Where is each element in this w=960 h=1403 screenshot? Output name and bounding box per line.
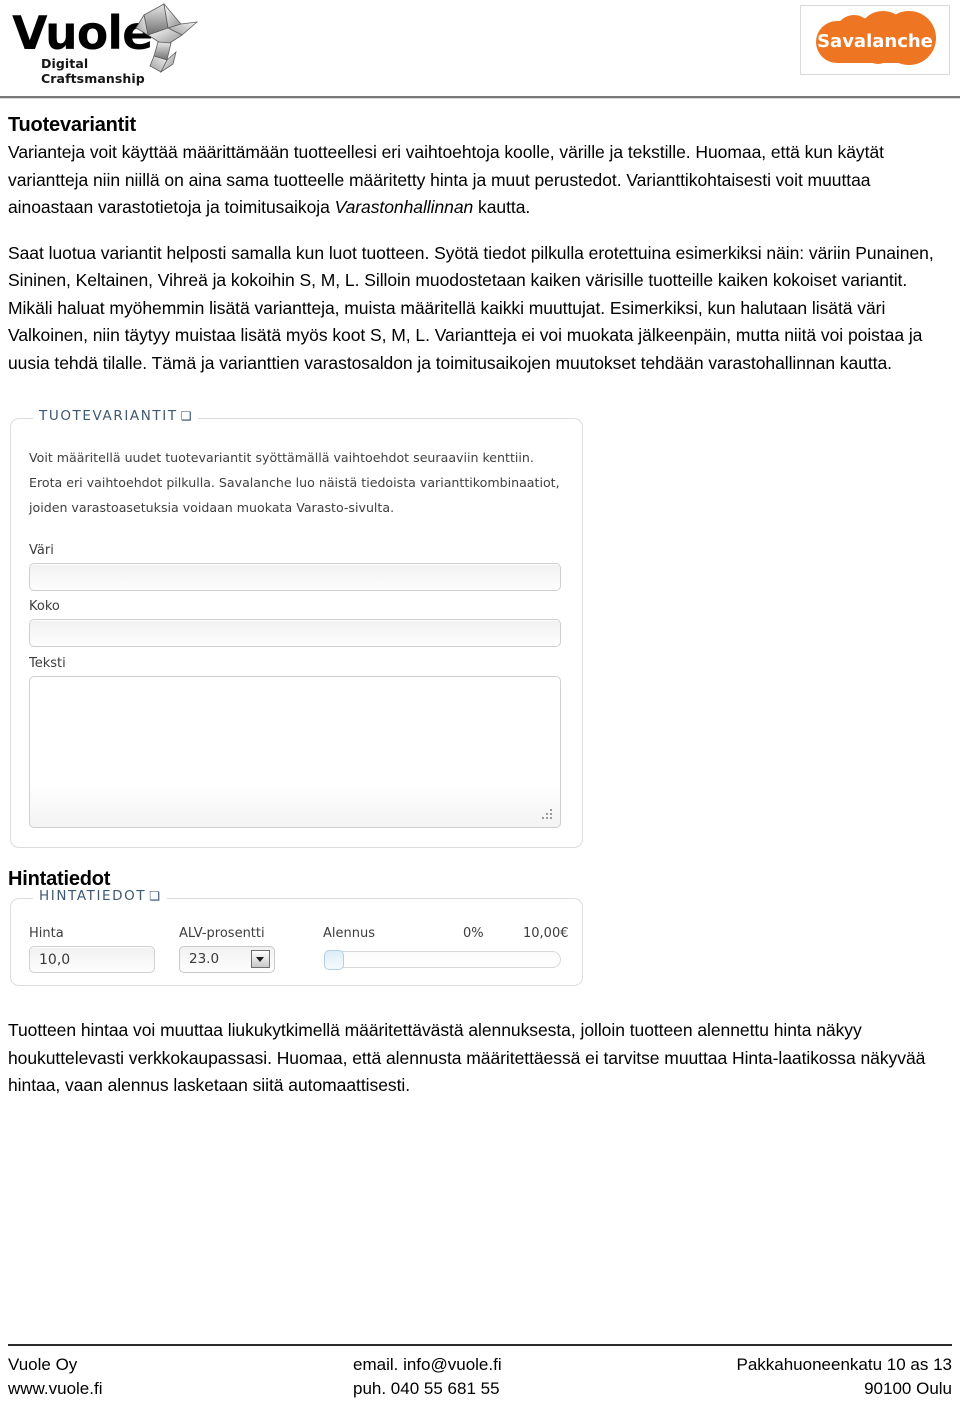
footer-phone: puh. 040 55 681 55 [353, 1379, 500, 1398]
label-koko: Koko [29, 599, 60, 614]
label-alennus: Alennus [323, 926, 375, 941]
tuotevariantit-panel: TUOTEVARIANTIT ❏ Voit määritellä uudet tu… [10, 408, 583, 848]
document-body: Tuotevariantit Varianteja voit käyttää m… [8, 112, 952, 377]
hintatiedot-panel: HINTATIEDOT ❏ Hinta 10,0 ALV-prosentti 23… [10, 888, 583, 986]
input-vari[interactable] [29, 563, 561, 591]
select-alv-prosentti[interactable]: 23.0 [179, 946, 275, 973]
footer-email: email. info@vuole.fi [353, 1355, 502, 1374]
value-alennus-prosentti: 0% [463, 926, 484, 941]
tuotevariantit-description: Voit määritellä uudet tuotevariantit syö… [29, 450, 560, 515]
hintatiedot-legend-label: HINTATIEDOT [39, 888, 147, 904]
value-alennettu-hinta: 10,00€ [523, 926, 569, 941]
savalanche-wordmark: Savalanche [817, 31, 933, 52]
input-hinta[interactable]: 10,0 [29, 946, 155, 973]
label-vari: Väri [29, 543, 54, 558]
footer-row-bottom: www.vuole.fi puh. 040 55 681 55 90100 Ou… [8, 1377, 952, 1401]
paragraph-intro-part2: kautta. [473, 197, 531, 217]
footer-row-top: Vuole Oy email. info@vuole.fi Pakkahuone… [8, 1353, 952, 1377]
chevron-down-icon[interactable]: ❏ [149, 889, 160, 903]
tuotevariantit-legend[interactable]: TUOTEVARIANTIT ❏ [33, 408, 199, 424]
paragraph-discount-info: Tuotteen hintaa voi muuttaa liukukytkime… [8, 1020, 926, 1095]
footer-website: www.vuole.fi [8, 1379, 103, 1398]
label-teksti: Teksti [29, 656, 66, 671]
paragraph-variants-howto: Saat luotua variantit helposti samalla k… [8, 242, 934, 373]
savalanche-logo: Savalanche [816, 11, 936, 65]
slider-alennus-track[interactable] [324, 950, 561, 970]
origami-bird-icon [135, 2, 198, 74]
hintatiedot-legend[interactable]: HINTATIEDOT ❏ [33, 888, 168, 904]
chevron-down-icon[interactable] [251, 950, 270, 968]
header-divider [0, 96, 960, 99]
savalanche-logo-box: Savalanche [800, 5, 950, 75]
select-alv-value: 23.0 [189, 951, 220, 967]
tuotevariantit-legend-label: TUOTEVARIANTIT [39, 408, 178, 424]
input-koko[interactable] [29, 619, 561, 647]
page-title: Tuotevariantit [8, 114, 136, 136]
page-footer: Vuole Oy email. info@vuole.fi Pakkahuone… [8, 1344, 952, 1401]
slider-alennus-handle[interactable] [324, 950, 344, 970]
paragraph-intro-italic: Varastonhallinnan [334, 197, 474, 217]
resize-handle-icon[interactable] [541, 809, 552, 820]
vuole-logo: Vuole Digital Craftsmanship [10, 2, 198, 86]
footer-address-line2: 90100 Oulu [864, 1379, 952, 1398]
document-body-2: Tuotteen hintaa voi muuttaa liukukytkime… [8, 1017, 952, 1100]
footer-company: Vuole Oy [8, 1355, 78, 1374]
paragraph-intro: Varianteja voit käyttää määrittämään tuo… [8, 139, 952, 222]
chevron-down-icon[interactable]: ❏ [181, 409, 192, 423]
textarea-teksti[interactable] [29, 676, 561, 828]
footer-address-line1: Pakkahuoneenkatu 10 as 13 [736, 1355, 952, 1374]
label-alv: ALV-prosentti [179, 926, 265, 941]
page-header: Vuole Digital Craftsmanship Savalanche [0, 0, 960, 99]
label-hinta: Hinta [29, 926, 64, 941]
